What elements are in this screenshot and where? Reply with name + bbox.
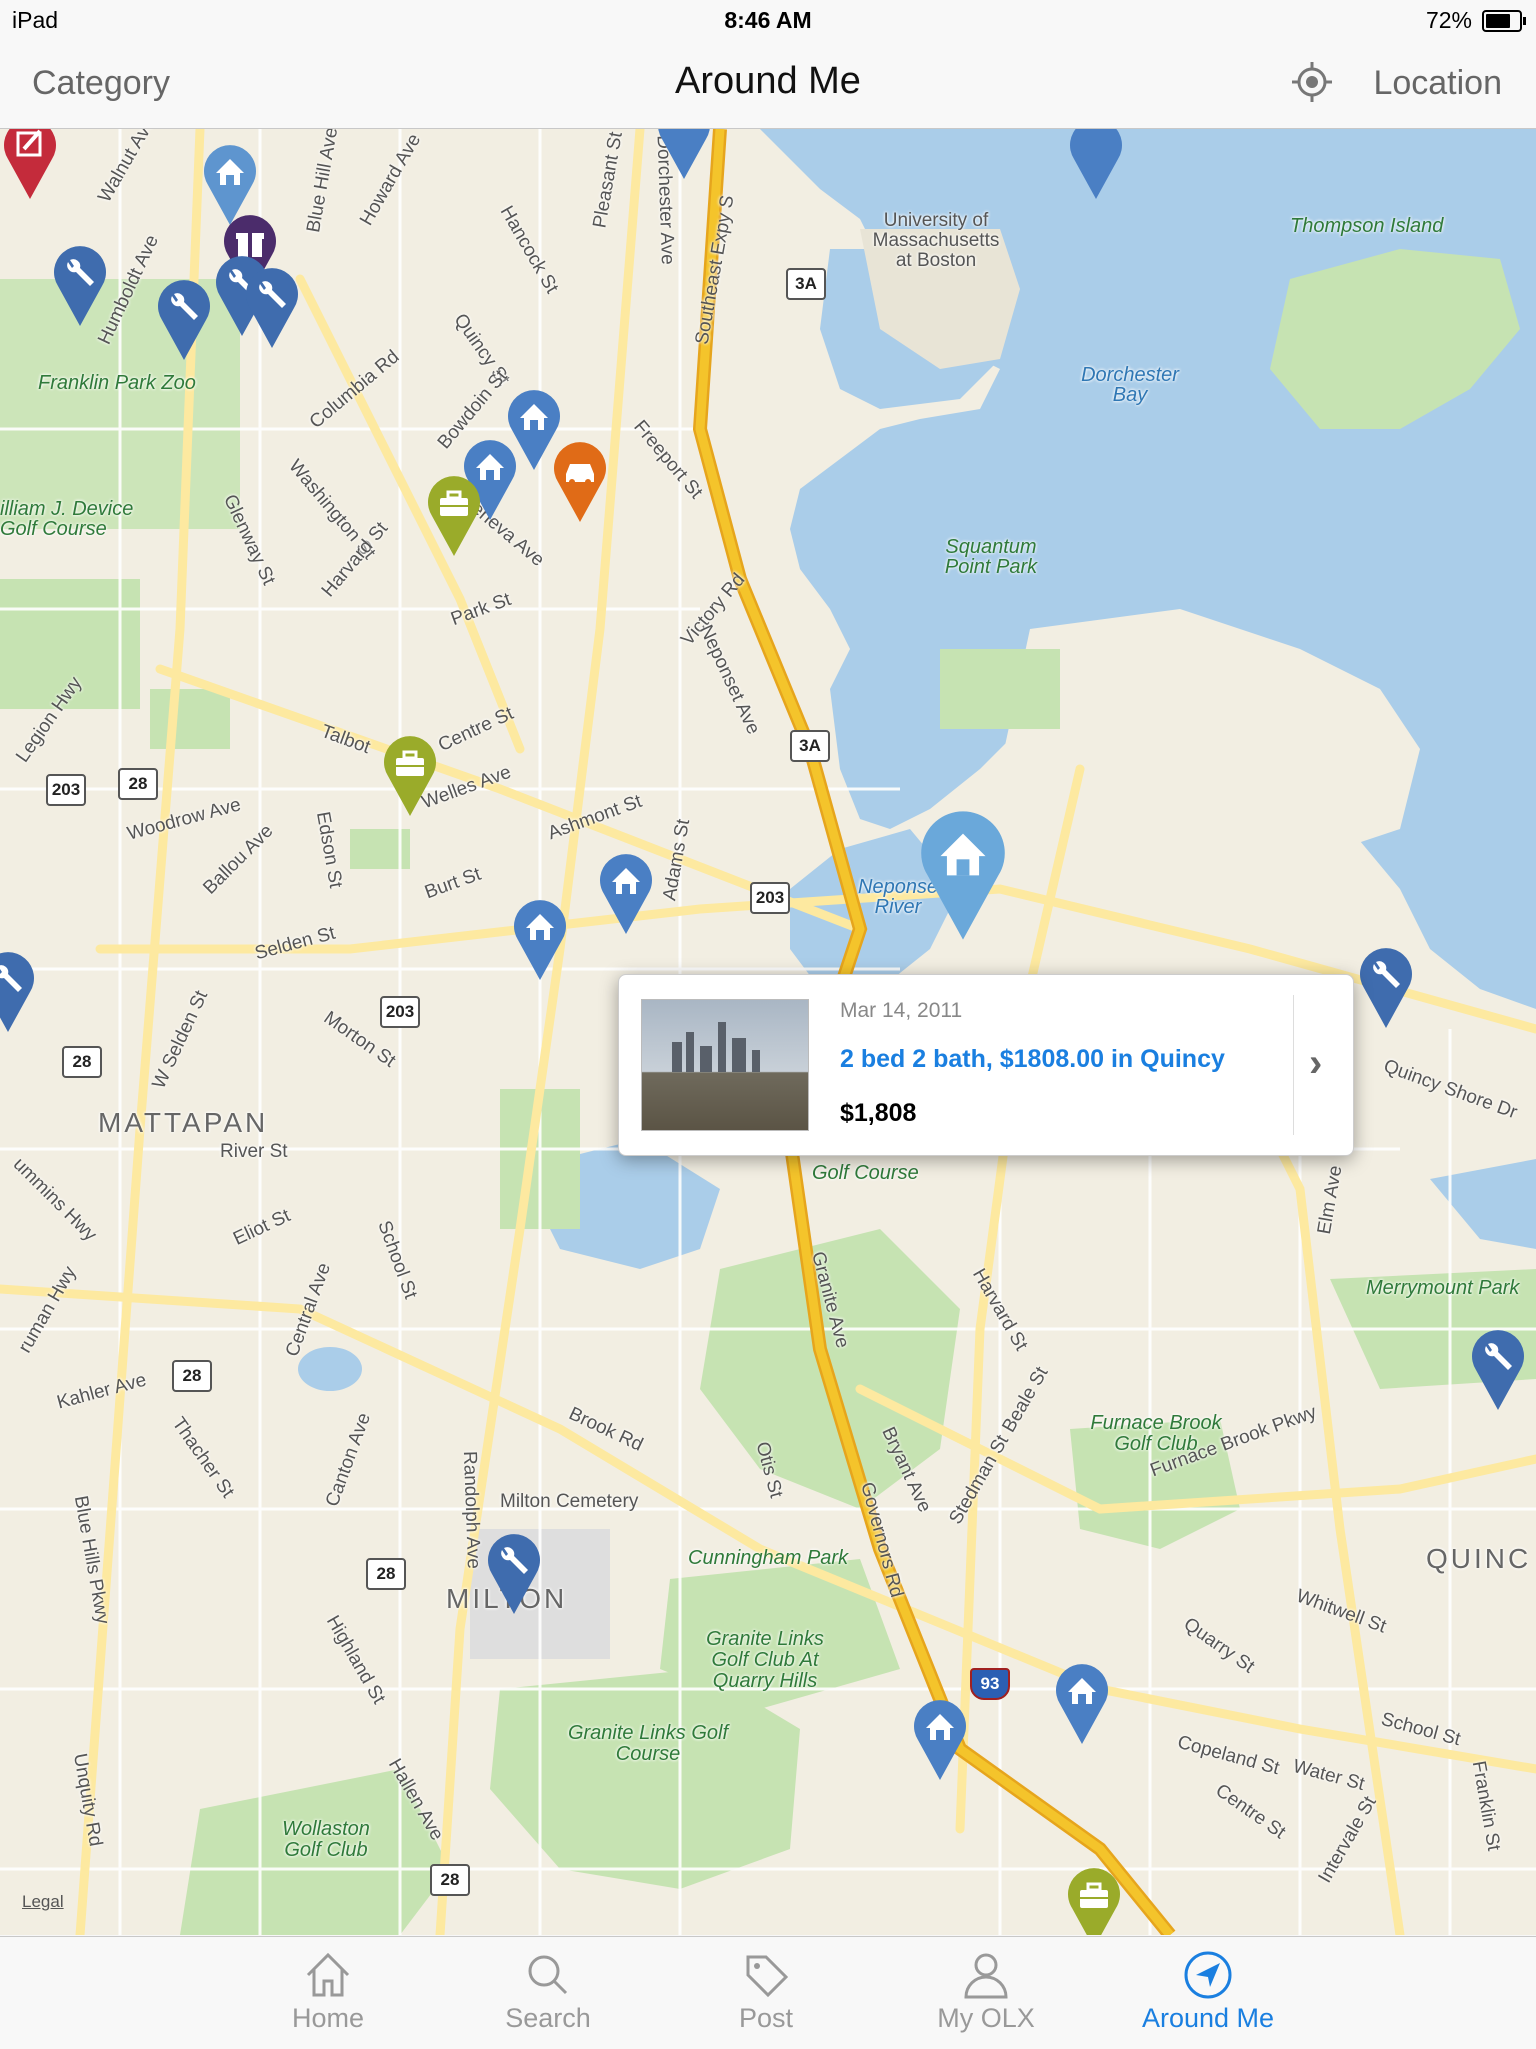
divider — [1293, 995, 1294, 1135]
route-shield: 203 — [380, 996, 420, 1028]
milton-cemetery-label: Milton Cemetery — [500, 1491, 639, 1512]
tab-label: Around Me — [1141, 2003, 1275, 2033]
disclosure-chevron-icon[interactable]: › — [1309, 1041, 1322, 1086]
tab-label: Post — [738, 2003, 794, 2033]
legal-link[interactable]: Legal — [22, 1892, 64, 1912]
listing-pin-wrench[interactable] — [1470, 1330, 1526, 1412]
listing-callout[interactable]: Mar 14, 2011 2 bed 2 bath, $1808.00 in Q… — [618, 974, 1354, 1156]
umass-label: University of Massachusetts at Boston — [872, 210, 1000, 271]
selected-listing-pin[interactable] — [918, 811, 1008, 943]
listing-thumbnail — [641, 999, 809, 1131]
street-label: River St — [220, 1141, 288, 1162]
tag-icon — [746, 1955, 789, 1998]
squantum-park-label: Squantum Point Park — [944, 536, 1038, 578]
battery-icon — [1482, 10, 1526, 32]
status-bar: iPad 8:46 AM 72% — [0, 0, 1536, 40]
clock: 8:46 AM — [724, 7, 812, 33]
tab-search[interactable]: Search — [458, 1937, 638, 2049]
listing-price: $1,808 — [840, 1099, 917, 1127]
tab-label: Home — [291, 2003, 365, 2033]
location-arrow-icon — [1184, 1951, 1232, 1999]
merrymount-park-label: Merrymount Park — [1366, 1277, 1520, 1299]
current-location-icon[interactable] — [1290, 60, 1334, 104]
listing-pin-home[interactable] — [912, 1700, 968, 1782]
listing-pin-home[interactable] — [656, 129, 712, 181]
listing-pin-home[interactable] — [598, 854, 654, 936]
route-shield: 3A — [786, 268, 826, 300]
listing-pin-wrench[interactable] — [486, 1534, 542, 1616]
listing-pin-briefcase[interactable] — [1066, 1868, 1122, 1935]
listing-title[interactable]: 2 bed 2 bath, $1808.00 in Quincy — [840, 1045, 1225, 1074]
map-view[interactable]: University of Massachusetts at Boston Th… — [0, 129, 1536, 1935]
listing-pin-wrench[interactable] — [0, 952, 36, 1034]
river-bend-water — [1430, 1159, 1536, 1249]
mattapan-label: MATTAPAN — [98, 1107, 269, 1138]
devine-golf-label: illiam J. Device Golf Course — [0, 498, 134, 540]
navigation-bar: Category Around Me Location — [0, 40, 1536, 129]
person-icon — [964, 1953, 1008, 1999]
listing-pin-wrench[interactable] — [244, 268, 300, 350]
listing-pin-wrench[interactable] — [156, 280, 212, 362]
tab-home[interactable]: Home — [238, 1937, 418, 2049]
listing-pin-edit[interactable] — [0, 129, 60, 201]
franklin-park-zoo-label: Franklin Park Zoo — [38, 372, 196, 394]
cunningham-park-label: Cunningham Park — [688, 1547, 849, 1569]
listing-pin-car[interactable] — [552, 442, 608, 524]
route-shield: 28 — [62, 1046, 102, 1078]
granite-links-course-label: Granite Links Golf Course — [567, 1722, 729, 1765]
listing-date: Mar 14, 2011 — [840, 999, 963, 1022]
route-shield: 28 — [172, 1360, 212, 1392]
street-label: Randolph Ave — [458, 1450, 485, 1570]
route-shield: 28 — [118, 768, 158, 800]
listing-pin-wrench[interactable] — [1358, 948, 1414, 1030]
granite-links — [490, 1669, 800, 1889]
wollaston-golf-label: Wollaston Golf Club — [282, 1818, 370, 1861]
listing-pin-home[interactable] — [512, 900, 568, 982]
listing-pin-home[interactable] — [1068, 129, 1124, 201]
battery-percent: 72% — [1425, 7, 1472, 33]
tab-my-olx[interactable]: My OLX — [896, 1937, 1076, 2049]
route-shield: 203 — [750, 882, 790, 914]
park-small2 — [150, 689, 230, 749]
interstate-shield: 93 — [970, 1668, 1010, 1700]
dorchester-bay-label: Dorchester Bay — [1081, 364, 1179, 406]
tab-post[interactable]: Post — [676, 1937, 856, 2049]
listing-pin-briefcase[interactable] — [426, 476, 482, 558]
search-icon — [528, 1955, 568, 1995]
home-icon — [306, 1952, 350, 1997]
listing-pin-briefcase[interactable] — [382, 736, 438, 818]
tab-around-me[interactable]: Around Me — [1118, 1937, 1298, 2049]
tab-label: My OLX — [937, 2003, 1035, 2033]
route-shield: 3A — [790, 730, 830, 762]
granite-links-label: Granite Links Golf Club At Quarry Hills — [706, 1628, 824, 1692]
route-shield: 28 — [430, 1864, 470, 1896]
location-button[interactable]: Location — [1373, 64, 1502, 103]
golf-course-label: Golf Course — [812, 1162, 919, 1184]
tab-label: Search — [505, 2003, 591, 2033]
route-shield: 28 — [366, 1558, 406, 1590]
listing-pin-home[interactable] — [1054, 1664, 1110, 1746]
route-shield: 203 — [46, 774, 86, 806]
quincy-label: QUINC — [1426, 1543, 1532, 1574]
pond — [298, 1347, 362, 1391]
tab-bar: Home Search Post My OLX Around Me — [0, 1936, 1536, 2049]
listing-pin-wrench[interactable] — [52, 246, 108, 328]
squantum-park — [940, 649, 1060, 729]
thompson-island-label: Thompson Island — [1290, 215, 1444, 237]
